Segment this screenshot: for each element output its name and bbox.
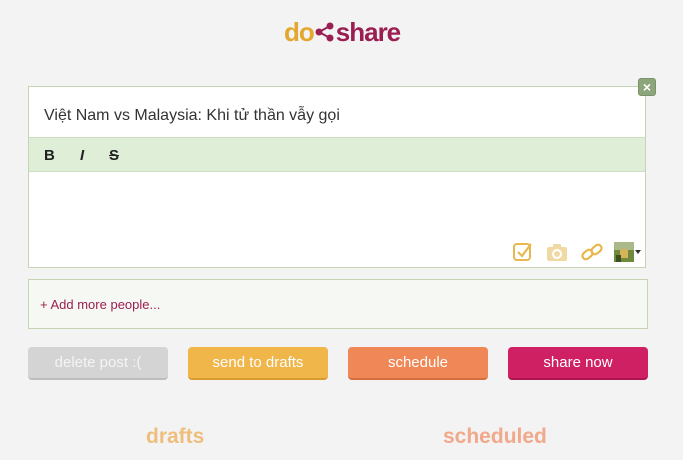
scheduled-heading: scheduled (443, 425, 547, 448)
delete-post-button[interactable]: delete post :( (28, 347, 168, 380)
italic-button[interactable]: I (80, 147, 84, 164)
avatar-dropdown[interactable] (614, 241, 642, 263)
bold-button[interactable]: B (44, 147, 55, 164)
camera-icon[interactable] (546, 241, 568, 263)
strikethrough-button[interactable]: S (109, 147, 119, 164)
people-box: + Add more people... (28, 279, 648, 329)
post-editor: Việt Nam vs Malaysia: Khi tử thần vẫy gọ… (28, 86, 646, 268)
schedule-button[interactable]: schedule (348, 347, 488, 380)
share-dots-icon (315, 22, 334, 42)
share-now-button[interactable]: share now (508, 347, 648, 380)
close-icon[interactable]: × (638, 78, 656, 96)
logo-do: do (284, 16, 315, 47)
drafts-heading: drafts (146, 425, 205, 448)
app-logo: do share (284, 16, 401, 48)
logo-share: share (335, 16, 401, 47)
format-toolbar: B I S (29, 137, 645, 172)
link-icon[interactable] (581, 241, 603, 263)
post-body-textarea[interactable] (39, 179, 635, 237)
checkbox-icon[interactable] (512, 241, 534, 263)
send-to-drafts-button[interactable]: send to drafts (188, 347, 328, 380)
add-more-people-link[interactable]: + Add more people... (40, 297, 160, 312)
post-title[interactable]: Việt Nam vs Malaysia: Khi tử thần vẫy gọ… (44, 107, 340, 125)
